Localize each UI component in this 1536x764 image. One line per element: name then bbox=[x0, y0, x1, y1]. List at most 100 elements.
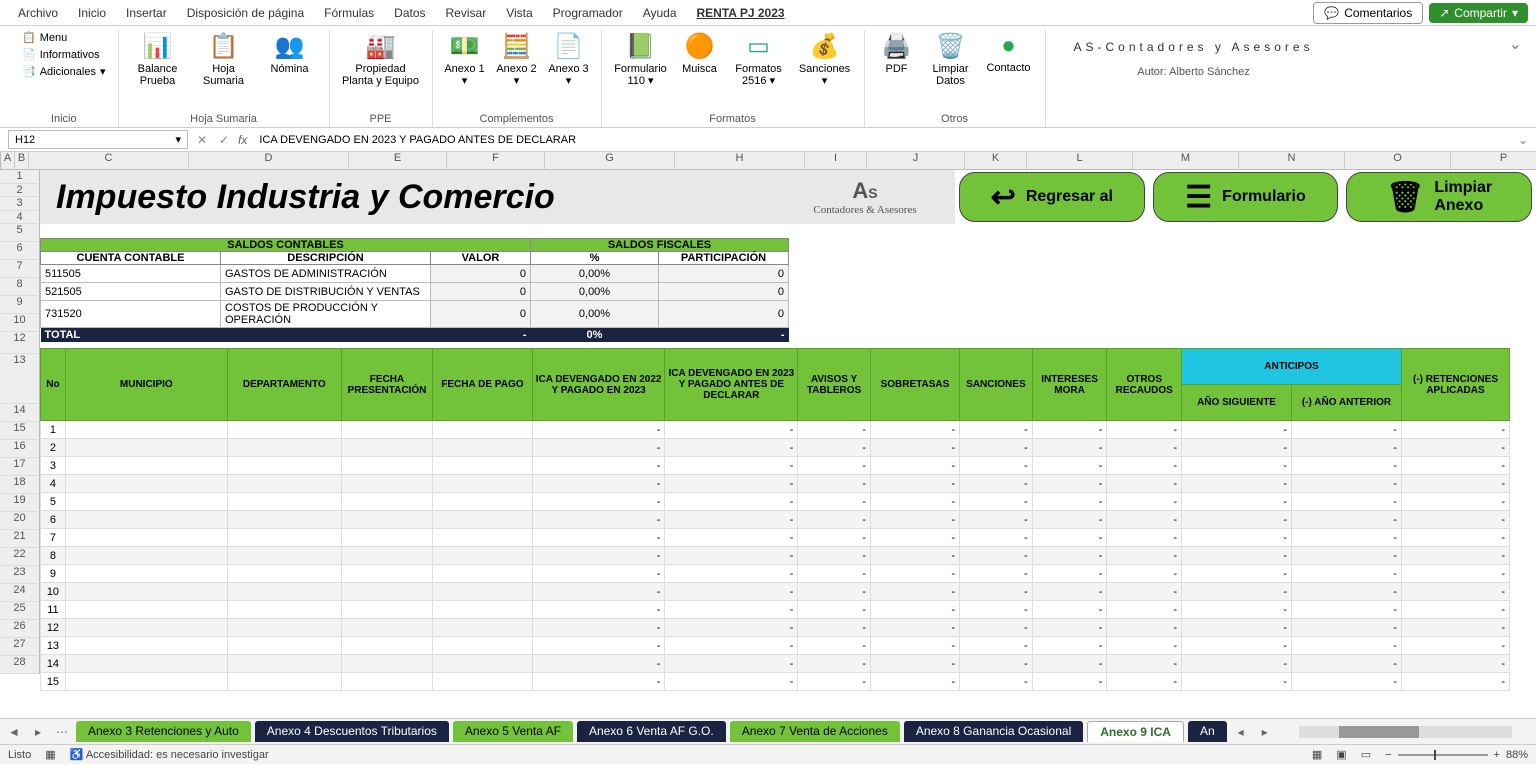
formula-expand[interactable]: ⌄ bbox=[1518, 133, 1528, 147]
cancel-icon[interactable]: ✕ bbox=[194, 133, 210, 147]
column-header[interactable]: E bbox=[349, 152, 447, 169]
formatos-btn[interactable]: ▭Formatos 2516 ▾ bbox=[728, 30, 790, 89]
zoom-level[interactable]: 88% bbox=[1506, 749, 1528, 761]
limpiar-btn[interactable]: 🗑️Limpiar Datos bbox=[925, 30, 977, 89]
row-header[interactable]: 28 bbox=[0, 656, 40, 674]
column-header[interactable]: K bbox=[965, 152, 1027, 169]
column-header[interactable]: A bbox=[1, 152, 15, 169]
view-pagebreak[interactable]: ▭ bbox=[1361, 748, 1371, 761]
table-row[interactable]: 2---------- bbox=[41, 439, 1510, 457]
sanciones-btn[interactable]: 💰Sanciones ▾ bbox=[794, 30, 856, 89]
sheet-tab[interactable]: Anexo 8 Ganancia Ocasional bbox=[904, 721, 1083, 742]
pdf-btn[interactable]: 🖨️PDF bbox=[873, 30, 921, 77]
column-header[interactable]: F bbox=[447, 152, 545, 169]
comments-button[interactable]: 💬Comentarios bbox=[1313, 2, 1423, 24]
column-header[interactable]: G bbox=[545, 152, 675, 169]
accept-icon[interactable]: ✓ bbox=[216, 133, 232, 147]
column-header[interactable]: M bbox=[1133, 152, 1239, 169]
balance-btn[interactable]: 📊Balance Prueba bbox=[127, 30, 189, 89]
formulario-btn[interactable]: 📗Formulario 110 ▾ bbox=[610, 30, 672, 89]
row-header[interactable]: 4 bbox=[0, 211, 40, 225]
hoja-btn[interactable]: 📋Hoja Sumaria bbox=[193, 30, 255, 89]
horizontal-scrollbar[interactable] bbox=[1299, 726, 1512, 738]
row-header[interactable]: 2 bbox=[0, 184, 40, 198]
sheet-tab[interactable]: Anexo 6 Venta AF G.O. bbox=[577, 721, 726, 742]
column-header[interactable]: I bbox=[805, 152, 867, 169]
column-header[interactable]: C bbox=[29, 152, 189, 169]
menu-item[interactable]: Programador bbox=[543, 2, 633, 24]
fx-icon[interactable]: fx bbox=[238, 133, 247, 147]
row-header[interactable]: 27 bbox=[0, 638, 40, 656]
menu-file[interactable]: Archivo bbox=[8, 2, 68, 24]
name-box[interactable]: H12▾ bbox=[8, 130, 188, 149]
table-row[interactable]: 5---------- bbox=[41, 493, 1510, 511]
menu-item[interactable]: Vista bbox=[496, 2, 542, 24]
row-header[interactable]: 7 bbox=[0, 260, 40, 278]
row-header[interactable]: 14 bbox=[0, 404, 40, 422]
row-header[interactable]: 1 bbox=[0, 170, 40, 184]
accessibility-status[interactable]: ♿ Accesibilidad: es necesario investigar bbox=[70, 748, 269, 761]
muisca-btn[interactable]: 🟠Muisca bbox=[676, 30, 724, 77]
view-normal[interactable]: ▦ bbox=[1312, 748, 1322, 761]
zoom-in[interactable]: + bbox=[1494, 749, 1500, 761]
row-header[interactable]: 12 bbox=[0, 332, 40, 354]
menu-item[interactable]: Fórmulas bbox=[314, 2, 384, 24]
row-header[interactable]: 25 bbox=[0, 602, 40, 620]
sheet-content[interactable]: Impuesto Industria y Comercio AS Contado… bbox=[40, 170, 1536, 674]
menu-item[interactable]: Inicio bbox=[68, 2, 116, 24]
tab-more[interactable]: ⋯ bbox=[52, 725, 72, 739]
table-row[interactable]: 4---------- bbox=[41, 475, 1510, 493]
table-row[interactable]: 12---------- bbox=[41, 619, 1510, 637]
table-row[interactable]: 10---------- bbox=[41, 583, 1510, 601]
anexo1-btn[interactable]: 💵Anexo 1 ▾ bbox=[441, 30, 489, 89]
column-header[interactable]: D bbox=[189, 152, 349, 169]
sheet-tab[interactable]: Anexo 9 ICA bbox=[1087, 721, 1184, 742]
table-row[interactable]: 9---------- bbox=[41, 565, 1510, 583]
row-header[interactable]: 5 bbox=[0, 224, 40, 242]
sheet-tab[interactable]: Anexo 7 Venta de Acciones bbox=[730, 721, 900, 742]
row-header[interactable]: 18 bbox=[0, 476, 40, 494]
table-row[interactable]: 8---------- bbox=[41, 547, 1510, 565]
table-row[interactable]: 15---------- bbox=[41, 673, 1510, 691]
table-row[interactable]: 7---------- bbox=[41, 529, 1510, 547]
menu-item[interactable]: Disposición de página bbox=[177, 2, 314, 24]
table-row[interactable]: 14---------- bbox=[41, 655, 1510, 673]
table-row[interactable]: 731520COSTOS DE PRODUCCIÓN Y OPERACIÓN00… bbox=[41, 301, 789, 328]
view-layout[interactable]: ▣ bbox=[1336, 748, 1346, 761]
row-header[interactable]: 22 bbox=[0, 548, 40, 566]
column-header[interactable]: N bbox=[1239, 152, 1345, 169]
adicionales-btn[interactable]: 📑Adicionales▾ bbox=[18, 64, 110, 79]
column-header[interactable]: P bbox=[1451, 152, 1536, 169]
formula-input[interactable]: ICA DEVENGADO EN 2023 Y PAGADO ANTES DE … bbox=[253, 132, 1512, 148]
table-row[interactable]: 521505GASTO DE DISTRIBUCIÓN Y VENTAS00,0… bbox=[41, 283, 789, 301]
row-header[interactable]: 20 bbox=[0, 512, 40, 530]
limpiar-anexo-button[interactable]: 🗑 LimpiarAnexo bbox=[1346, 172, 1532, 222]
propiedad-btn[interactable]: 🏭Propiedad Planta y Equipo bbox=[338, 30, 424, 89]
sheet-tab[interactable]: Anexo 5 Venta AF bbox=[453, 721, 573, 742]
contacto-btn[interactable]: ●Contacto bbox=[981, 30, 1037, 76]
anexo3-btn[interactable]: 📄Anexo 3 ▾ bbox=[545, 30, 593, 89]
share-button[interactable]: ↗Compartir▾ bbox=[1429, 3, 1528, 23]
regresar-button[interactable]: ↩ Regresar al bbox=[959, 172, 1145, 222]
sheet-tab[interactable]: Anexo 3 Retenciones y Auto bbox=[76, 721, 251, 742]
row-header[interactable]: 13 bbox=[0, 354, 40, 404]
informativos-btn[interactable]: 📄Informativos bbox=[18, 47, 110, 62]
row-header[interactable]: 24 bbox=[0, 584, 40, 602]
row-header[interactable]: 6 bbox=[0, 242, 40, 260]
table-row[interactable]: 3---------- bbox=[41, 457, 1510, 475]
menu-item[interactable]: Ayuda bbox=[633, 2, 687, 24]
menu-item[interactable]: Datos bbox=[384, 2, 435, 24]
ribbon-collapse[interactable]: ⌄ bbox=[1505, 30, 1526, 58]
table-row[interactable]: 6---------- bbox=[41, 511, 1510, 529]
menu-item-active[interactable]: RENTA PJ 2023 bbox=[687, 2, 795, 24]
tab-scroll-left[interactable]: ◂ bbox=[1231, 725, 1251, 739]
zoom-slider[interactable] bbox=[1398, 754, 1488, 756]
tab-nav-prev[interactable]: ▸ bbox=[28, 725, 48, 739]
table-row[interactable]: 1---------- bbox=[41, 421, 1510, 439]
column-header[interactable]: O bbox=[1345, 152, 1451, 169]
row-header[interactable]: 23 bbox=[0, 566, 40, 584]
menu-item[interactable]: Insertar bbox=[116, 2, 177, 24]
row-header[interactable]: 17 bbox=[0, 458, 40, 476]
sheet-tab[interactable]: An bbox=[1188, 721, 1227, 742]
column-header[interactable]: B bbox=[15, 152, 29, 169]
